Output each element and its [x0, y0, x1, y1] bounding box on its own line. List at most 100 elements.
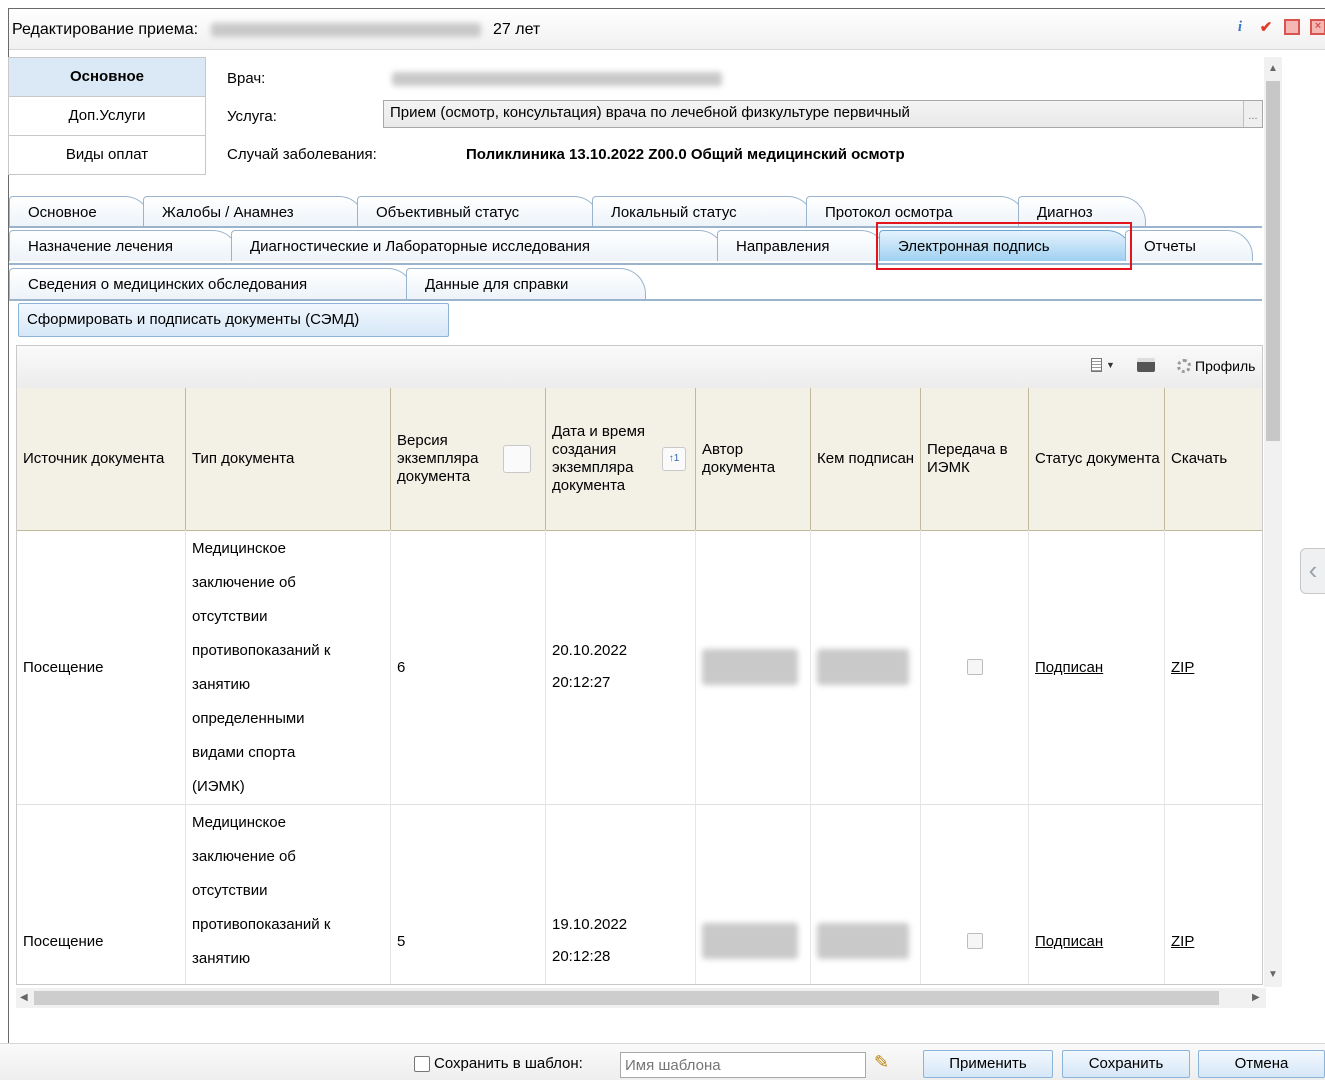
subnav-item-main[interactable]: Основное: [8, 57, 206, 97]
status-link[interactable]: Подписан: [1035, 933, 1103, 950]
iemk-checkbox[interactable]: [966, 933, 983, 949]
tab-medical-exams[interactable]: Сведения о медицинских обследования: [9, 268, 414, 299]
check-icon[interactable]: ✔: [1258, 19, 1274, 36]
row-type-line: заключение об: [192, 848, 296, 865]
service-select-button[interactable]: ...: [1243, 101, 1262, 127]
apply-button[interactable]: Применить: [923, 1050, 1053, 1078]
row-signer-blurred: [811, 530, 921, 804]
row-type-line: отсутствии: [192, 608, 268, 625]
collapse-panel-icon[interactable]: ‹: [1300, 548, 1325, 594]
horizontal-scrollbar[interactable]: ◀ ▶: [16, 988, 1266, 1008]
tab-row-3-line: [9, 299, 1262, 301]
col-author[interactable]: Автор документа: [696, 388, 811, 530]
save-button[interactable]: Сохранить: [1062, 1050, 1190, 1078]
col-type[interactable]: Тип документа: [186, 388, 391, 530]
service-field[interactable]: Прием (осмотр, консультация) врача по ле…: [383, 100, 1263, 128]
info-icon[interactable]: i: [1232, 19, 1248, 35]
pencil-icon[interactable]: ✎: [874, 1052, 889, 1073]
row-version: 5: [391, 804, 546, 984]
download-zip-link[interactable]: ZIP: [1171, 933, 1194, 950]
col-iemk-transfer[interactable]: Передача в ИЭМК: [921, 388, 1029, 530]
row-date-value: 19.10.2022: [552, 916, 628, 933]
row-signer-blurred: [811, 804, 921, 984]
col-download[interactable]: Скачать: [1165, 388, 1262, 530]
left-subnav: Основное Доп.Услуги Виды оплат: [8, 57, 206, 175]
grid-toolbar: ▼ Профиль: [17, 346, 1262, 389]
tab-complaints[interactable]: Жалобы / Анамнез: [143, 196, 365, 227]
save-template-checkbox[interactable]: [414, 1055, 430, 1072]
scroll-up-icon[interactable]: ▲: [1268, 63, 1278, 74]
vertical-scrollbar[interactable]: ▲ ▼: [1264, 57, 1282, 987]
row-status: Подписан: [1029, 804, 1165, 984]
row-date: 20.10.2022 20:12:27: [546, 530, 696, 804]
doctor-name-blurred: [392, 72, 722, 86]
tab-certificate-data[interactable]: Данные для справки: [406, 268, 646, 299]
row-iemk-checkbox-cell: [921, 804, 1029, 984]
tab-reports[interactable]: Отчеты: [1125, 230, 1253, 261]
row-source: Посещение: [17, 530, 186, 804]
service-label: Услуга:: [227, 108, 277, 125]
col-version[interactable]: Версия экземпляра документа: [391, 388, 546, 530]
save-template-label[interactable]: Сохранить в шаблон:: [414, 1055, 583, 1072]
row-type-line: видами спорта: [192, 744, 296, 761]
row-type-line: (ИЭМК): [192, 778, 245, 795]
row-type: Медицинское заключение об отсутствии про…: [186, 804, 391, 984]
col-date[interactable]: Дата и время создания экземпляра докумен…: [546, 388, 696, 530]
row-date-value: 20.10.2022: [552, 642, 628, 659]
row-type-line: Медицинское: [192, 814, 286, 831]
template-name-input[interactable]: [620, 1052, 866, 1078]
gear-icon: [1177, 359, 1191, 373]
generate-sign-documents-button[interactable]: Сформировать и подписать документы (СЭМД…: [18, 303, 449, 337]
row-type-line: занятию: [192, 676, 251, 693]
subnav-item-payment-types[interactable]: Виды оплат: [8, 136, 206, 175]
window-title: Редактирование приема: 27 лет: [12, 21, 540, 39]
scroll-right-icon[interactable]: ▶: [1252, 992, 1260, 1003]
minimize-icon[interactable]: [1284, 19, 1300, 35]
tab-local-status[interactable]: Локальный статус: [592, 196, 814, 227]
row-status: Подписан: [1029, 530, 1165, 804]
tab-treatment[interactable]: Назначение лечения: [9, 230, 239, 261]
horizontal-scroll-thumb[interactable]: [34, 991, 1219, 1005]
columns-menu-icon[interactable]: ▼: [1091, 358, 1115, 372]
title-icons: i ✔ ×: [1232, 19, 1325, 36]
row-date: 19.10.2022 20:12:28: [546, 804, 696, 984]
active-tab-highlight: [876, 222, 1132, 270]
status-link[interactable]: Подписан: [1035, 659, 1103, 676]
tab-main[interactable]: Основное: [9, 196, 151, 227]
col-version-filter[interactable]: [503, 445, 531, 473]
col-status[interactable]: Статус документа: [1029, 388, 1165, 530]
row-type-line: противопоказаний к: [192, 916, 331, 933]
cancel-button[interactable]: Отмена: [1198, 1050, 1325, 1078]
row-time-value: 20:12:27: [552, 674, 611, 691]
title-bar: Редактирование приема: 27 лет i ✔ ×: [9, 9, 1325, 50]
row-type-line: отсутствии: [192, 882, 268, 899]
patient-age: 27 лет: [492, 21, 541, 38]
title-label: Редактирование приема:: [12, 21, 199, 38]
col-signed-by[interactable]: Кем подписан: [811, 388, 921, 530]
tab-referrals[interactable]: Направления: [717, 230, 887, 261]
footer-bar: Сохранить в шаблон: ✎ Применить Сохранит…: [0, 1043, 1325, 1080]
download-zip-link[interactable]: ZIP: [1171, 659, 1194, 676]
col-source[interactable]: Источник документа: [17, 388, 186, 530]
table-row[interactable]: Посещение Медицинское заключение об отсу…: [17, 530, 1262, 805]
profile-button[interactable]: Профиль: [1177, 358, 1255, 374]
vertical-scroll-thumb[interactable]: [1266, 81, 1280, 441]
case-value: Поликлиника 13.10.2022 Z00.0 Общий медиц…: [466, 146, 905, 163]
print-icon[interactable]: [1137, 358, 1155, 372]
scroll-left-icon[interactable]: ◀: [20, 992, 28, 1003]
scroll-down-icon[interactable]: ▼: [1268, 969, 1278, 980]
row-type-line: определенными: [192, 710, 305, 727]
tab-objective-status[interactable]: Объективный статус: [357, 196, 600, 227]
sort-asc-icon[interactable]: ↑1: [662, 447, 686, 471]
row-time-value: 20:12:28: [552, 948, 611, 965]
row-author-blurred: [696, 530, 811, 804]
row-iemk-checkbox-cell: [921, 530, 1029, 804]
table-row[interactable]: Посещение Медицинское заключение об отсу…: [17, 804, 1262, 984]
row-version: 6: [391, 530, 546, 804]
subnav-item-extra-services[interactable]: Доп.Услуги: [8, 97, 206, 136]
close-icon[interactable]: ×: [1310, 19, 1325, 35]
case-label: Случай заболевания:: [227, 146, 377, 163]
iemk-checkbox[interactable]: [966, 659, 983, 675]
row-download: ZIP: [1165, 804, 1262, 984]
tab-diagnostics[interactable]: Диагностические и Лабораторные исследова…: [231, 230, 725, 261]
